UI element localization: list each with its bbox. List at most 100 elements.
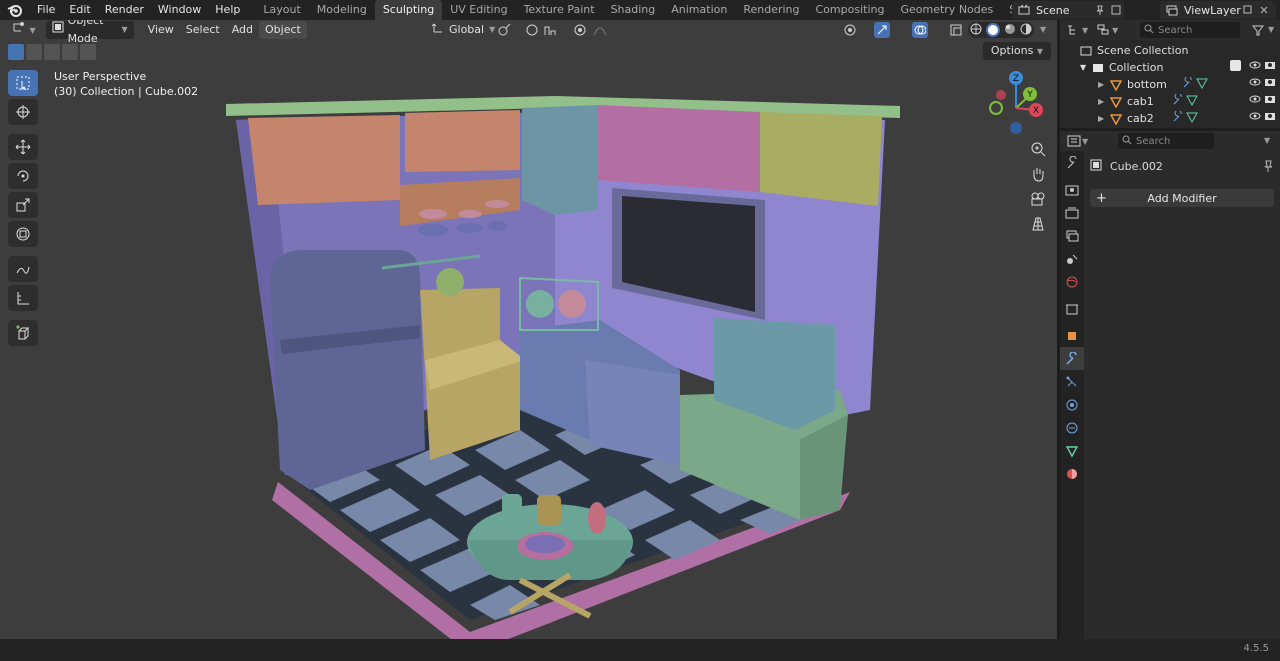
select-box-tool[interactable] [8, 70, 38, 96]
eye-icon[interactable] [1249, 60, 1261, 73]
move-tool[interactable] [8, 134, 38, 160]
camera-icon[interactable] [1264, 77, 1276, 90]
3d-viewport[interactable]: ▼ Object Mode ▼ View Select Add Object G… [0, 20, 1057, 639]
pan-hand-icon[interactable] [1027, 163, 1049, 185]
filter-icon[interactable] [1250, 22, 1266, 38]
tab-texture-paint[interactable]: Texture Paint [516, 0, 603, 20]
render-tab[interactable] [1060, 178, 1084, 201]
overlays-icon[interactable] [912, 22, 928, 38]
collection-tab[interactable] [1060, 297, 1084, 320]
properties-editor-icon[interactable] [1066, 133, 1082, 149]
select-invert-icon[interactable] [62, 44, 78, 60]
gizmo-toggle-icon[interactable] [874, 22, 890, 38]
shading-options-chevron-icon[interactable]: ▼ [1040, 25, 1046, 34]
tree-row-object[interactable]: ▶ cab1 [1060, 92, 1280, 110]
scene-tab[interactable] [1060, 247, 1084, 270]
view-layer-selector[interactable]: ViewLayer [1160, 1, 1276, 19]
mode-selector[interactable]: Object Mode ▼ [45, 20, 134, 45]
select-intersect-icon[interactable] [80, 44, 96, 60]
wireframe-shading-icon[interactable] [970, 23, 982, 38]
proportional-edit-icon[interactable] [572, 22, 588, 38]
tool-tab[interactable] [1060, 151, 1084, 174]
select-new-icon[interactable] [8, 44, 24, 60]
visibility-icon[interactable] [842, 22, 858, 38]
constraints-tab[interactable] [1060, 416, 1084, 439]
menu-help[interactable]: Help [208, 0, 247, 20]
zoom-icon[interactable] [1027, 138, 1049, 160]
include-checkbox[interactable] [1230, 60, 1241, 71]
options-button[interactable]: Options ▼ [982, 42, 1051, 60]
tree-row-collection[interactable]: ▼ Collection [1060, 59, 1280, 76]
properties-search-input[interactable]: Search [1118, 133, 1214, 149]
tab-layout[interactable]: Layout [255, 0, 308, 20]
chevron-down-icon[interactable]: ▼ [1264, 136, 1270, 145]
measure-tool[interactable] [8, 285, 38, 311]
blender-logo-icon[interactable] [0, 0, 30, 20]
xray-icon[interactable] [948, 22, 964, 38]
copy-view-layer-icon[interactable] [1240, 2, 1256, 18]
menu-file[interactable]: File [30, 0, 62, 20]
world-tab[interactable] [1060, 270, 1084, 293]
expand-chevron-icon[interactable]: ▼ [1080, 63, 1090, 72]
eye-icon[interactable] [1249, 94, 1261, 107]
rotate-tool[interactable] [8, 163, 38, 189]
camera-icon[interactable] [1264, 60, 1276, 73]
transform-tool[interactable] [8, 221, 38, 247]
new-scene-icon[interactable] [1108, 2, 1124, 18]
view-menu[interactable]: View [142, 21, 180, 39]
tab-shading[interactable]: Shading [603, 0, 664, 20]
data-tab[interactable] [1060, 439, 1084, 462]
output-tab[interactable] [1060, 201, 1084, 224]
remove-view-layer-icon[interactable] [1256, 2, 1272, 18]
modifier-tab[interactable] [1060, 347, 1084, 370]
add-cube-tool[interactable] [8, 320, 38, 346]
tab-sculpting[interactable]: Sculpting [374, 0, 443, 20]
perspective-grid-icon[interactable] [1027, 213, 1049, 235]
select-menu[interactable]: Select [180, 21, 226, 39]
add-modifier-button[interactable]: + Add Modifier [1090, 189, 1274, 207]
expand-chevron-icon[interactable]: ▶ [1098, 114, 1108, 123]
snap-target-icon[interactable] [542, 22, 558, 38]
tab-uv-editing[interactable]: UV Editing [442, 0, 515, 20]
cursor-tool[interactable] [8, 99, 38, 125]
pin-icon[interactable] [1262, 160, 1274, 175]
pivot-point-icon[interactable] [496, 22, 512, 38]
tab-rendering[interactable]: Rendering [735, 0, 807, 20]
menu-edit[interactable]: Edit [62, 0, 97, 20]
navigation-gizmo[interactable]: Z Y X [988, 70, 1048, 140]
pin-icon[interactable] [1092, 2, 1108, 18]
expand-chevron-icon[interactable]: ▶ [1098, 80, 1108, 89]
camera-view-icon[interactable] [1027, 188, 1049, 210]
object-menu[interactable]: Object [259, 21, 307, 39]
eye-icon[interactable] [1249, 77, 1261, 90]
expand-chevron-icon[interactable]: ▶ [1098, 97, 1108, 106]
scene-selector[interactable]: Scene [1012, 1, 1124, 19]
snap-icon[interactable] [524, 22, 540, 38]
material-tab[interactable] [1060, 462, 1084, 485]
menu-render[interactable]: Render [98, 0, 151, 20]
eye-icon[interactable] [1249, 111, 1261, 124]
material-shading-icon[interactable] [1004, 23, 1016, 38]
transform-orientation-selector[interactable]: Global ▼ [426, 21, 501, 39]
scale-tool[interactable] [8, 192, 38, 218]
select-subtract-icon[interactable] [44, 44, 60, 60]
display-mode-icon[interactable] [1096, 22, 1112, 38]
editor-type-button[interactable]: ▼ [6, 21, 42, 39]
tab-geometry-nodes[interactable]: Geometry Nodes [892, 0, 1001, 20]
view-layer-tab[interactable] [1060, 224, 1084, 247]
tree-row-scene-collection[interactable]: Scene Collection [1060, 42, 1280, 59]
physics-tab[interactable] [1060, 393, 1084, 416]
rendered-shading-icon[interactable] [1020, 23, 1032, 38]
tab-compositing[interactable]: Compositing [808, 0, 893, 20]
tab-modeling[interactable]: Modeling [309, 0, 375, 20]
object-tab[interactable] [1060, 324, 1084, 347]
camera-icon[interactable] [1264, 94, 1276, 107]
outliner-editor-icon[interactable] [1066, 22, 1082, 38]
solid-shading-icon[interactable] [986, 23, 1000, 37]
tree-row-object[interactable]: ▶ bottom [1060, 75, 1280, 93]
camera-icon[interactable] [1264, 111, 1276, 124]
select-extend-icon[interactable] [26, 44, 42, 60]
tree-row-object[interactable]: ▶ cab2 [1060, 109, 1280, 127]
annotate-tool[interactable] [8, 256, 38, 282]
add-menu[interactable]: Add [226, 21, 259, 39]
